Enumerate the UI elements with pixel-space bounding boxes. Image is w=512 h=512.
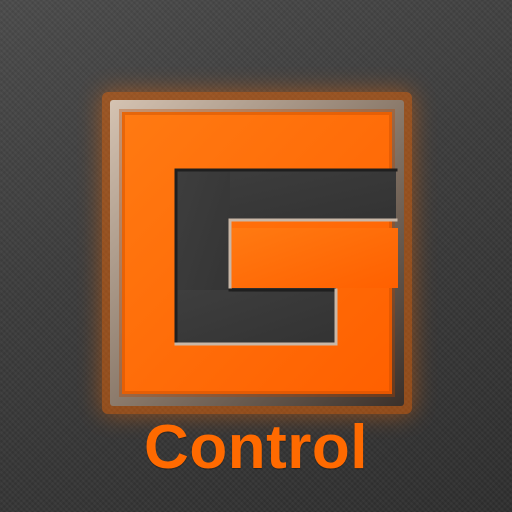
app-label: Control xyxy=(144,413,368,482)
app-icon[interactable]: Control xyxy=(0,0,512,512)
